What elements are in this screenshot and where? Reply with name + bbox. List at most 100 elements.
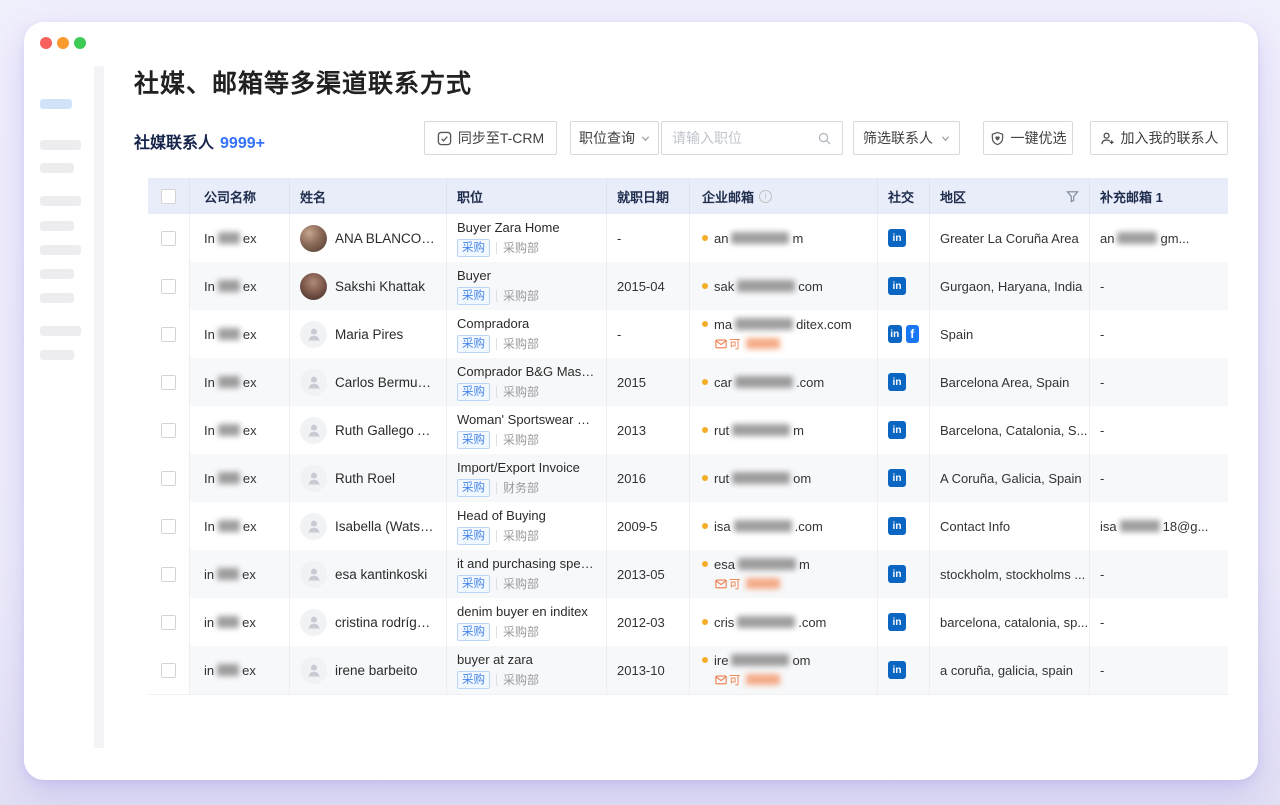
region-cell: Barcelona Area, Spain [930,358,1090,406]
start-date-cell: - [607,214,690,262]
row-checkbox[interactable] [161,471,176,486]
position-query-select[interactable]: 职位查询 [570,121,659,155]
row-checkbox[interactable] [161,375,176,390]
filter-icon[interactable] [1066,190,1079,203]
contact-name[interactable]: irene barbeito [335,663,418,678]
add-button-label: 加入我的联系人 [1121,128,1219,148]
contact-name[interactable]: Maria Pires [335,327,403,342]
filter-button-label: 筛选联系人 [863,128,933,148]
social-cell: in [878,454,930,502]
row-checkbox[interactable] [161,327,176,342]
extra-email-cell: - [1090,550,1228,598]
social-cell: in [878,502,930,550]
window-minimize-button[interactable] [57,37,69,49]
facebook-icon[interactable]: f [906,325,920,343]
email-text: sak [714,279,734,294]
linkedin-icon[interactable]: in [888,277,906,295]
sidebar-item[interactable] [40,326,81,336]
linkedin-icon[interactable]: in [888,517,906,535]
linkedin-icon[interactable]: in [888,421,906,439]
sidebar-item[interactable] [40,196,81,206]
extra-email-cell: isa18@g... [1090,502,1228,550]
row-checkbox[interactable] [161,279,176,294]
linkedin-icon[interactable]: in [888,229,906,247]
row-select-cell [148,214,190,262]
redacted-text [218,472,240,484]
department-text: 采购部 [503,575,539,592]
select-all-checkbox[interactable] [161,189,176,204]
email-text: cris [714,615,734,630]
contact-name[interactable]: esa kantinkoski [335,567,427,582]
row-checkbox[interactable] [161,567,176,582]
position-cell: Woman' Sportswear Bu...采购采购部 [447,406,607,454]
region-cell: A Coruña, Galicia, Spain [930,454,1090,502]
contact-name[interactable]: Carlos Bermudo Cr... [335,375,436,390]
email-text: ditex.com [796,317,852,332]
name-cell: Ruth Roel [290,454,447,502]
row-checkbox[interactable] [161,519,176,534]
company-text: ex [243,375,257,390]
start-date-cell: 2015-04 [607,262,690,310]
info-icon[interactable]: i [759,190,772,203]
email-cell: rutom [690,454,878,502]
company-text: ex [243,279,257,294]
role-tag: 采购 [457,383,490,401]
redacted-text [738,558,796,570]
one-click-optimize-button[interactable]: 一键优选 [983,121,1073,155]
redacted-text [1117,232,1157,244]
company-text: In [204,231,215,246]
contact-name[interactable]: Ruth Roel [335,471,395,486]
position-select-label: 职位查询 [579,128,635,148]
contact-name[interactable]: Sakshi Khattak [335,279,425,294]
row-checkbox[interactable] [161,231,176,246]
linkedin-icon[interactable]: in [888,613,906,631]
sync-button-label: 同步至T-CRM [458,128,544,148]
filter-contacts-button[interactable]: 筛选联系人 [853,121,960,155]
linkedin-icon[interactable]: in [888,325,902,343]
email-cell: anm [690,214,878,262]
linkedin-icon[interactable]: in [888,661,906,679]
add-to-my-contacts-button[interactable]: 加入我的联系人 [1090,121,1228,155]
company-text: In [204,471,215,486]
contact-name[interactable]: Isabella (Watson) L... [335,519,436,534]
tag-divider [496,578,497,590]
social-cell: in [878,262,930,310]
sidebar-item[interactable] [40,163,74,173]
redacted-text [735,318,793,330]
table-row: InexIsabella (Watson) L...Head of Buying… [148,502,1228,550]
email-status-dot [702,379,708,385]
row-checkbox[interactable] [161,663,176,678]
table-body: InexANA BLANCO REYBuyer Zara Home采购采购部-a… [148,214,1228,694]
role-tag: 采购 [457,575,490,593]
sidebar-item[interactable] [40,140,81,150]
sidebar-item-active[interactable] [40,99,72,109]
window-zoom-button[interactable] [74,37,86,49]
company-text: ex [242,615,256,630]
search-icon[interactable] [817,131,832,146]
window-close-button[interactable] [40,37,52,49]
contact-name[interactable]: Ruth Gallego Agulló [335,423,436,438]
position-search-input[interactable]: 请输入职位 [661,121,843,155]
avatar [300,561,327,588]
row-checkbox[interactable] [161,423,176,438]
sidebar-item[interactable] [40,245,81,255]
company-text: ex [242,663,256,678]
linkedin-icon[interactable]: in [888,469,906,487]
social-cell: in [878,598,930,646]
sidebar-item[interactable] [40,350,74,360]
linkedin-icon[interactable]: in [888,565,906,583]
linkedin-icon[interactable]: in [888,373,906,391]
contact-name[interactable]: cristina rodríguez [335,615,436,630]
sidebar-item[interactable] [40,269,74,279]
contact-name[interactable]: ANA BLANCO REY [335,231,436,246]
sidebar-item[interactable] [40,293,74,303]
row-checkbox[interactable] [161,615,176,630]
role-tag: 采购 [457,335,490,353]
position-text: Buyer [457,268,491,283]
sidebar-item[interactable] [40,221,74,231]
region-cell: Gurgaon, Haryana, India [930,262,1090,310]
sync-to-crm-button[interactable]: 同步至T-CRM [424,121,557,155]
email-cell: esam可 [690,550,878,598]
header-social: 社交 [878,178,930,214]
table-row: InexRuth Gallego AgullóWoman' Sportswear… [148,406,1228,454]
